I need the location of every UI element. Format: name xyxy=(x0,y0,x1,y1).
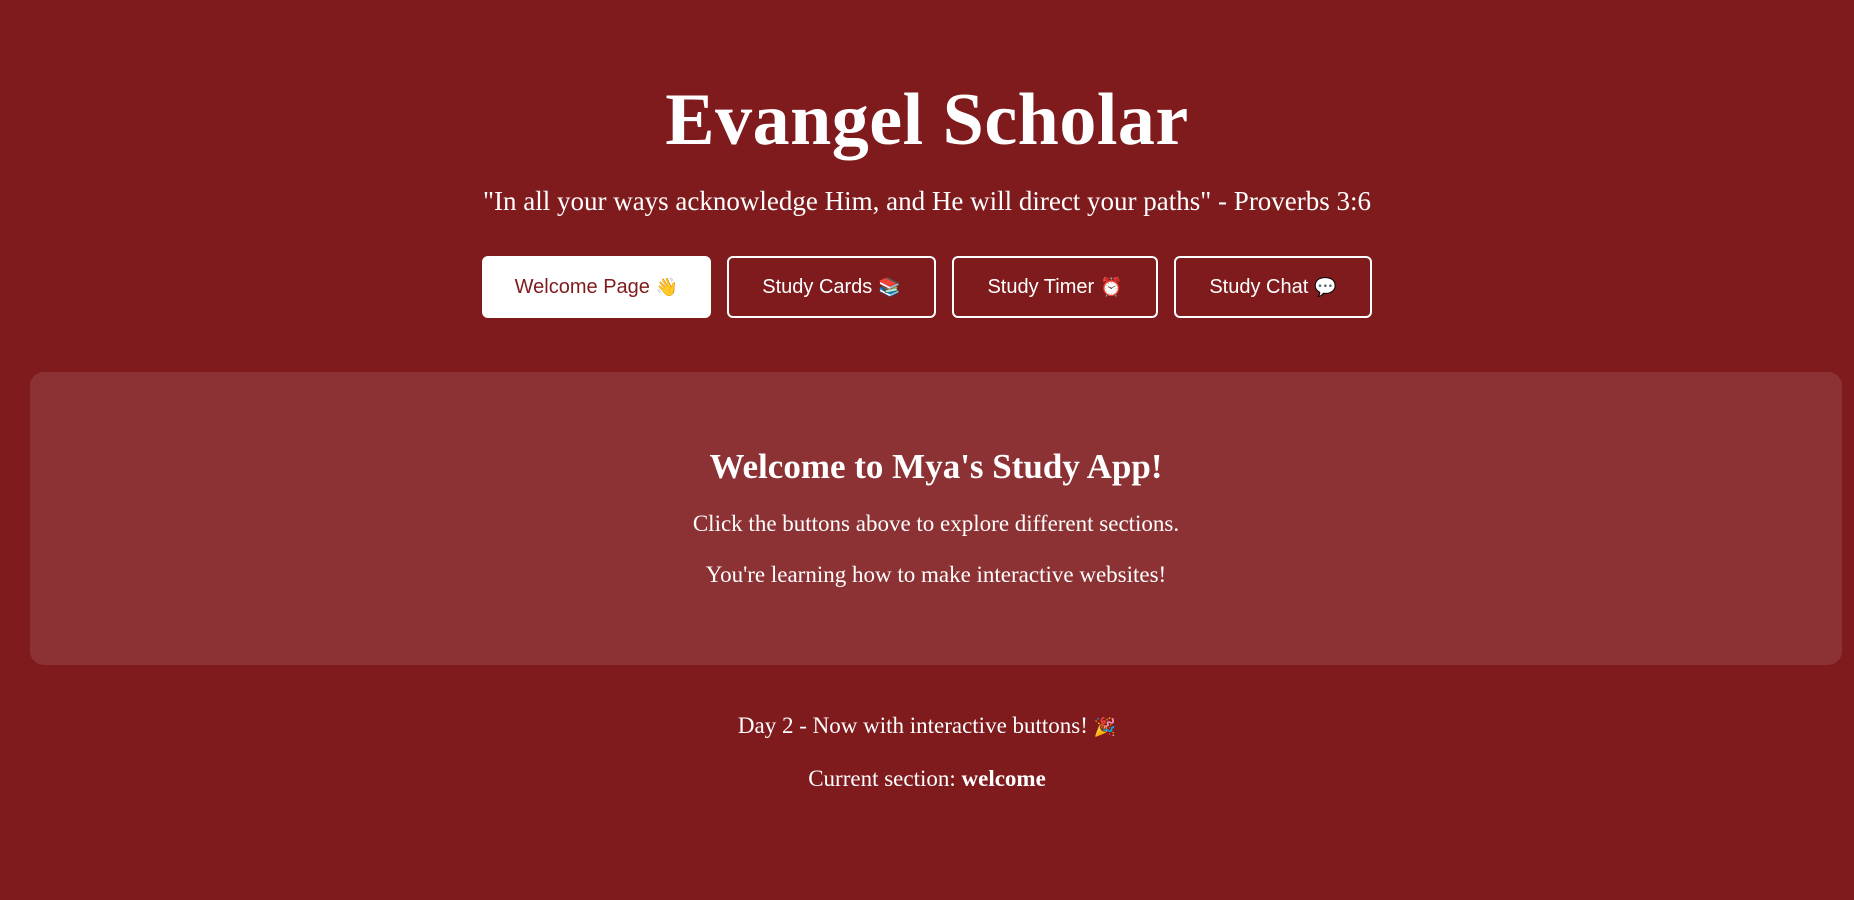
study-timer-label: Study Timer xyxy=(987,275,1095,298)
current-section-status: Current section: welcome xyxy=(0,765,1854,793)
study-chat-label: Study Chat xyxy=(1209,275,1309,298)
study-cards-label: Study Cards xyxy=(762,275,873,298)
alarm-clock-icon: ⏰ xyxy=(1100,276,1123,298)
day-status: Day 2 - Now with interactive buttons! 🎉 xyxy=(0,712,1854,742)
welcome-panel: Welcome to Mya's Study App! Click the bu… xyxy=(30,372,1842,665)
panel-encouragement: You're learning how to make interactive … xyxy=(705,562,1167,587)
welcome-page-button[interactable]: Welcome Page 👋 xyxy=(482,256,711,318)
day-status-text: Day 2 - Now with interactive buttons! xyxy=(737,713,1088,738)
page-header: Evangel Scholar "In all your ways acknow… xyxy=(0,0,1854,318)
panel-instruction: Click the buttons above to explore diffe… xyxy=(692,511,1180,536)
current-section-label: Current section: xyxy=(808,766,956,791)
study-cards-button[interactable]: Study Cards 📚 xyxy=(727,256,936,318)
books-icon: 📚 xyxy=(878,276,901,298)
section-nav: Welcome Page 👋 Study Cards 📚 Study Timer… xyxy=(0,256,1854,318)
scripture-verse: "In all your ways acknowledge Him, and H… xyxy=(482,186,1372,216)
waving-hand-icon: 👋 xyxy=(655,276,679,298)
panel-heading: Welcome to Mya's Study App! xyxy=(709,447,1163,486)
study-chat-button[interactable]: Study Chat 💬 xyxy=(1174,256,1372,318)
app-title: Evangel Scholar xyxy=(665,79,1189,161)
page-footer: Day 2 - Now with interactive buttons! 🎉 … xyxy=(0,712,1854,793)
welcome-page-label: Welcome Page xyxy=(514,275,650,298)
study-timer-button[interactable]: Study Timer ⏰ xyxy=(952,256,1158,318)
current-section-value: welcome xyxy=(961,766,1046,791)
speech-bubble-icon: 💬 xyxy=(1314,276,1337,298)
party-popper-icon: 🎉 xyxy=(1093,717,1117,738)
